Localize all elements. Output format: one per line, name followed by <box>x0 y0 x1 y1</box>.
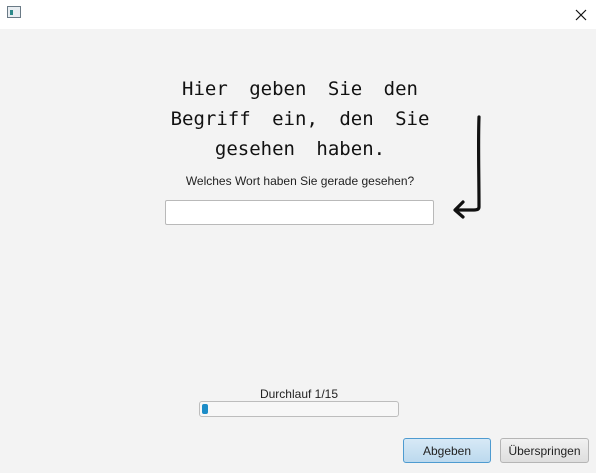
progress-label: Durchlauf 1/15 <box>259 387 339 401</box>
instruction-text: Hier geben Sie den Begriff ein, den Sie … <box>170 78 430 160</box>
answer-input[interactable] <box>165 200 434 225</box>
submit-button[interactable]: Abgeben <box>403 438 491 463</box>
close-button[interactable] <box>566 0 596 29</box>
skip-button[interactable]: Überspringen <box>500 438 589 463</box>
main-panel: Hier geben Sie den Begriff ein, den Sie … <box>0 29 596 473</box>
app-window-icon <box>7 6 21 18</box>
question-label: Welches Wort haben Sie gerade gesehen? <box>185 174 415 188</box>
close-icon <box>575 9 587 20</box>
progress-bar <box>199 401 399 417</box>
arrow-down-left-icon <box>453 115 481 219</box>
title-bar <box>0 0 596 29</box>
progress-bar-fill <box>202 404 208 414</box>
